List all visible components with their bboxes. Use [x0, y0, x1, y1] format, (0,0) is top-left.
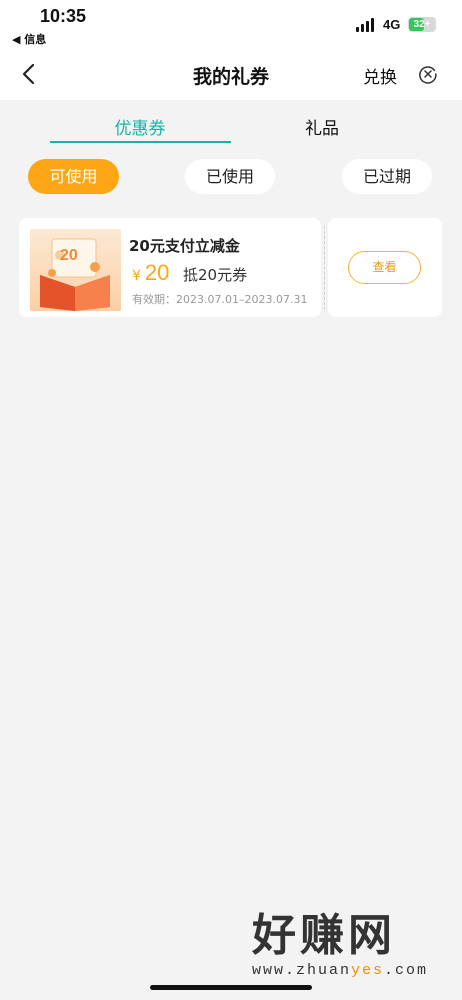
- coupon-deduct-label: 抵20元券: [183, 266, 248, 284]
- status-bar: 10:35 ◀ 信息 4G 32+: [0, 0, 462, 48]
- back-to-app-link[interactable]: ◀ 信息: [12, 31, 46, 47]
- close-circle-icon[interactable]: [418, 64, 438, 84]
- filter-used[interactable]: 已使用: [185, 159, 275, 194]
- coupon-title: 20元支付立减金: [129, 237, 240, 255]
- network-type: 4G: [383, 17, 401, 32]
- currency-symbol: ¥: [132, 268, 141, 284]
- redeem-button[interactable]: 兑换: [363, 63, 397, 88]
- home-indicator[interactable]: [150, 985, 312, 990]
- tab-gifts[interactable]: 礼品: [232, 114, 412, 139]
- coupon-card[interactable]: 20 20元支付立减金 ¥20 抵20元券 有效期：2023.07.01–202…: [19, 218, 321, 317]
- battery-icon: 32+: [408, 17, 436, 32]
- battery-level: 32+: [413, 19, 431, 30]
- coupon-thumbnail: 20: [30, 229, 121, 311]
- watermark-text: 好赚网: [252, 910, 396, 961]
- coupon-thumbnail-number: 20: [60, 247, 78, 264]
- tab-coupons[interactable]: 优惠券: [50, 114, 230, 139]
- coupon-price: ¥20: [132, 260, 169, 286]
- filter-expired[interactable]: 已过期: [342, 159, 432, 194]
- coupon-action-area: 查看: [328, 218, 442, 317]
- coupon-validity: 有效期：2023.07.01–2023.07.31: [132, 293, 308, 306]
- nav-bar: 我的礼券 兑换: [0, 48, 462, 100]
- watermark-logo: 好赚网 www.zhuanyes.com: [252, 910, 442, 980]
- tab-bar: 优惠券 礼品: [0, 100, 462, 146]
- filter-bar: 可使用 已使用 已过期: [0, 156, 462, 196]
- coupon-amount: 20: [144, 260, 170, 285]
- signal-icon: [356, 18, 376, 32]
- view-coupon-button[interactable]: 查看: [348, 251, 421, 284]
- status-time: 10:35: [40, 6, 87, 26]
- active-tab-indicator: [50, 141, 231, 143]
- filter-usable[interactable]: 可使用: [28, 159, 119, 194]
- watermark-url: www.zhuanyes.com: [252, 962, 429, 979]
- coupon-divider: [324, 226, 325, 310]
